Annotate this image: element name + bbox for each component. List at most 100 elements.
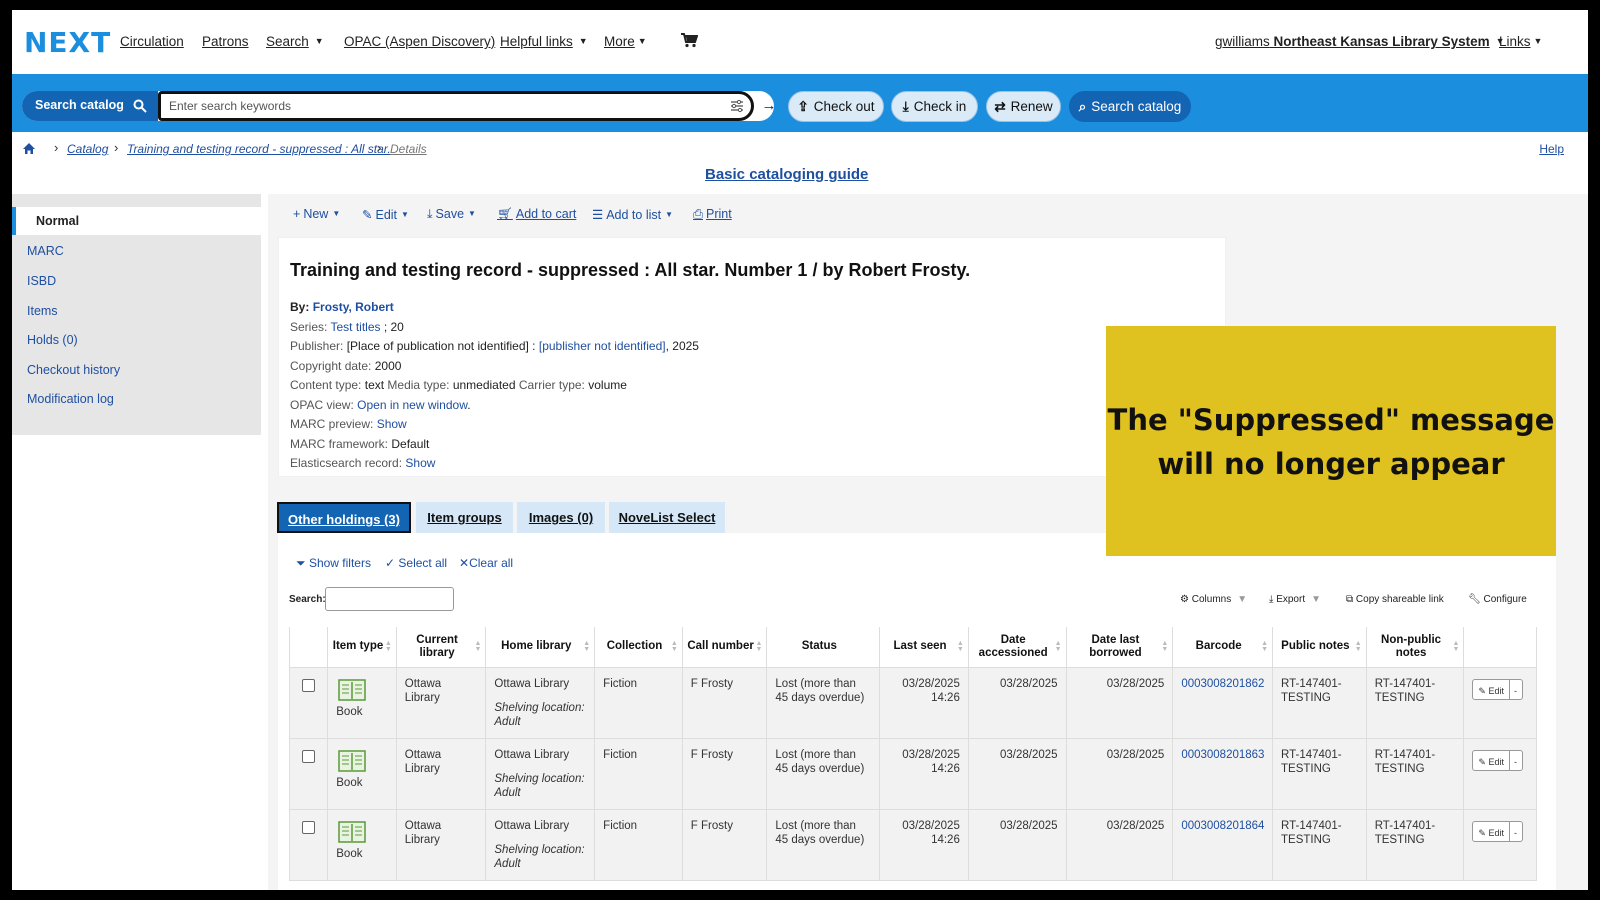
- item-actions-dropdown[interactable]: -: [1510, 823, 1522, 840]
- edit-button[interactable]: ✎ Edit ▼: [362, 207, 409, 222]
- checkin-button[interactable]: ⤓ Check in: [891, 91, 978, 122]
- nav-circulation[interactable]: Circulation: [120, 34, 184, 49]
- row-checkbox[interactable]: [302, 678, 315, 692]
- renew-button[interactable]: ⇄ Renew: [986, 91, 1061, 122]
- column-header-home-library[interactable]: Home library ▲ ▼: [485, 627, 596, 668]
- export-button[interactable]: ⤓ Export ▼: [1269, 594, 1321, 605]
- user-menu[interactable]: gwilliams Northeast Kansas Library Syste…: [1215, 34, 1505, 49]
- print-label: Print: [706, 207, 732, 221]
- item-edit-button[interactable]: ✎ Edit: [1473, 679, 1510, 699]
- clear-all-button[interactable]: ✕Clear all: [459, 556, 513, 570]
- record-marc-line: MARC preview: Show: [290, 417, 407, 431]
- date-accessioned-cell: 03/28/2025: [967, 737, 1067, 810]
- tab-images[interactable]: Images (0): [517, 502, 605, 533]
- sidebar-item-checkout-history[interactable]: Checkout history: [27, 363, 120, 377]
- checkout-button[interactable]: ⇪ Check out: [788, 91, 884, 122]
- nav-search[interactable]: Search ▼: [266, 34, 324, 49]
- cataloging-guide-link[interactable]: Basic cataloging guide: [705, 166, 868, 183]
- checkin-label: Check in: [913, 99, 967, 114]
- home-library: Ottawa Library: [494, 677, 570, 690]
- column-header-collection[interactable]: Collection ▲ ▼: [594, 627, 683, 668]
- author-link[interactable]: Frosty, Robert: [313, 300, 394, 314]
- item-edit-button[interactable]: ✎ Edit: [1473, 821, 1510, 841]
- column-header-date-last-borrowed[interactable]: Date last borrowed ▲ ▼: [1065, 627, 1174, 668]
- sidebar-item-normal[interactable]: Normal: [12, 207, 261, 235]
- copy-link-button[interactable]: ⧉ Copy shareable link: [1346, 594, 1444, 605]
- row-checkbox[interactable]: [302, 749, 315, 763]
- cart-icon[interactable]: [680, 32, 698, 48]
- column-header-status[interactable]: Status: [766, 627, 881, 668]
- filter-icon: ⏷: [296, 556, 306, 570]
- column-header-call-number[interactable]: Call number ▲ ▼: [681, 627, 768, 668]
- sidebar-item-isbd[interactable]: ISBD: [27, 274, 56, 288]
- column-header-current-library[interactable]: Current library ▲ ▼: [395, 627, 487, 668]
- column-header-date-accessioned[interactable]: Date accessioned ▲ ▼: [967, 627, 1067, 668]
- sort-icon: ▲ ▼: [474, 640, 482, 653]
- breadcrumb-catalog[interactable]: Catalog: [67, 142, 108, 156]
- select-all-button[interactable]: ✓ Select all: [385, 556, 447, 570]
- column-header-non-public-notes[interactable]: Non-public notes ▲ ▼: [1365, 627, 1465, 668]
- media-type-value: unmediated: [452, 378, 516, 392]
- nav-patrons[interactable]: Patrons: [202, 34, 249, 49]
- item-edit-group: ✎ Edit -: [1472, 678, 1523, 700]
- search-submit-button[interactable]: →: [754, 91, 784, 121]
- column-header-barcode[interactable]: Barcode ▲ ▼: [1172, 627, 1274, 668]
- column-header-label: Status: [801, 640, 837, 653]
- tab-other-holdings[interactable]: Other holdings (3): [277, 502, 411, 533]
- nav-opac[interactable]: OPAC (Aspen Discovery): [344, 34, 495, 49]
- nav-helpful-links[interactable]: Helpful links ▼: [500, 34, 588, 49]
- new-button[interactable]: + New ▼: [293, 207, 340, 221]
- callout-line-1: The "Suppressed" message: [1107, 403, 1555, 437]
- sidebar-item-items[interactable]: Items: [27, 304, 58, 318]
- new-label: New: [303, 207, 329, 221]
- nav-links[interactable]: Links ▼: [1499, 34, 1542, 49]
- chevron-down-icon: ▼: [468, 209, 476, 218]
- marc-preview-label: MARC preview:: [290, 417, 374, 431]
- column-header-public-notes[interactable]: Public notes ▲ ▼: [1272, 627, 1367, 668]
- column-header-item-type[interactable]: Item type ▲ ▼: [327, 627, 397, 668]
- column-header-last-seen[interactable]: Last seen ▲ ▼: [879, 627, 969, 668]
- item-edit-button[interactable]: ✎ Edit: [1473, 750, 1510, 770]
- elastic-link[interactable]: Show: [405, 456, 435, 470]
- barcode-link[interactable]: 0003008201864: [1181, 820, 1264, 832]
- series-link[interactable]: Test titles: [330, 320, 380, 334]
- item-actions-dropdown[interactable]: -: [1510, 752, 1522, 769]
- publisher-link[interactable]: [publisher not identified]: [539, 339, 666, 353]
- copyright-label: Copyright date:: [290, 359, 372, 373]
- sidebar-item-holds[interactable]: Holds (0): [27, 333, 78, 347]
- opac-link[interactable]: Open in new window: [357, 398, 467, 412]
- save-button[interactable]: ⤓ Save ▼: [427, 207, 476, 222]
- columns-button[interactable]: ⚙ Columns ▼: [1180, 594, 1247, 605]
- home-icon[interactable]: [22, 142, 36, 155]
- configure-button[interactable]: 🔧︎ Configure: [1468, 594, 1527, 605]
- show-filters-button[interactable]: ⏷ Show filters: [296, 556, 371, 571]
- record-copyright-line: Copyright date: 2000: [290, 359, 401, 373]
- opac-period: .: [467, 398, 471, 412]
- add-to-list-button[interactable]: ☰ Add to list ▼: [592, 207, 673, 222]
- search-type-selector[interactable]: Search catalog: [22, 91, 158, 121]
- barcode-link[interactable]: 0003008201862: [1181, 678, 1264, 690]
- sidebar-item-marc[interactable]: MARC: [27, 244, 64, 258]
- help-link[interactable]: Help: [1539, 142, 1564, 156]
- record-elastic-line: Elasticsearch record: Show: [290, 456, 435, 470]
- barcode-cell: 0003008201862: [1172, 666, 1274, 739]
- marc-preview-link[interactable]: Show: [377, 417, 407, 431]
- search-catalog-button[interactable]: ⌕ Search catalog: [1069, 91, 1191, 122]
- table-search-input[interactable]: [325, 587, 454, 611]
- sidebar-item-modification-log[interactable]: Modification log: [27, 392, 114, 406]
- barcode-cell: 0003008201863: [1172, 737, 1274, 810]
- search-input[interactable]: [158, 91, 754, 121]
- koha-logo[interactable]: NEXT: [24, 26, 111, 59]
- breadcrumb-record[interactable]: Training and testing record - suppressed…: [127, 142, 391, 156]
- barcode-link[interactable]: 0003008201863: [1181, 749, 1264, 761]
- add-to-cart-button[interactable]: 🛒︎ Add to cart: [497, 207, 576, 222]
- table-row: Book Ottawa Library Ottawa Library Shelving…: [288, 737, 1537, 810]
- nav-more[interactable]: More ▼: [604, 34, 647, 49]
- item-actions-dropdown[interactable]: -: [1510, 681, 1522, 698]
- row-checkbox[interactable]: [302, 820, 315, 834]
- tab-novelist-select[interactable]: NoveList Select: [609, 502, 725, 533]
- print-button[interactable]: ⎙ Print: [693, 207, 732, 222]
- sliders-icon[interactable]: [730, 99, 744, 113]
- tab-item-groups[interactable]: Item groups: [416, 502, 513, 533]
- non-public-notes-cell: RT-147401-TESTING: [1365, 808, 1465, 881]
